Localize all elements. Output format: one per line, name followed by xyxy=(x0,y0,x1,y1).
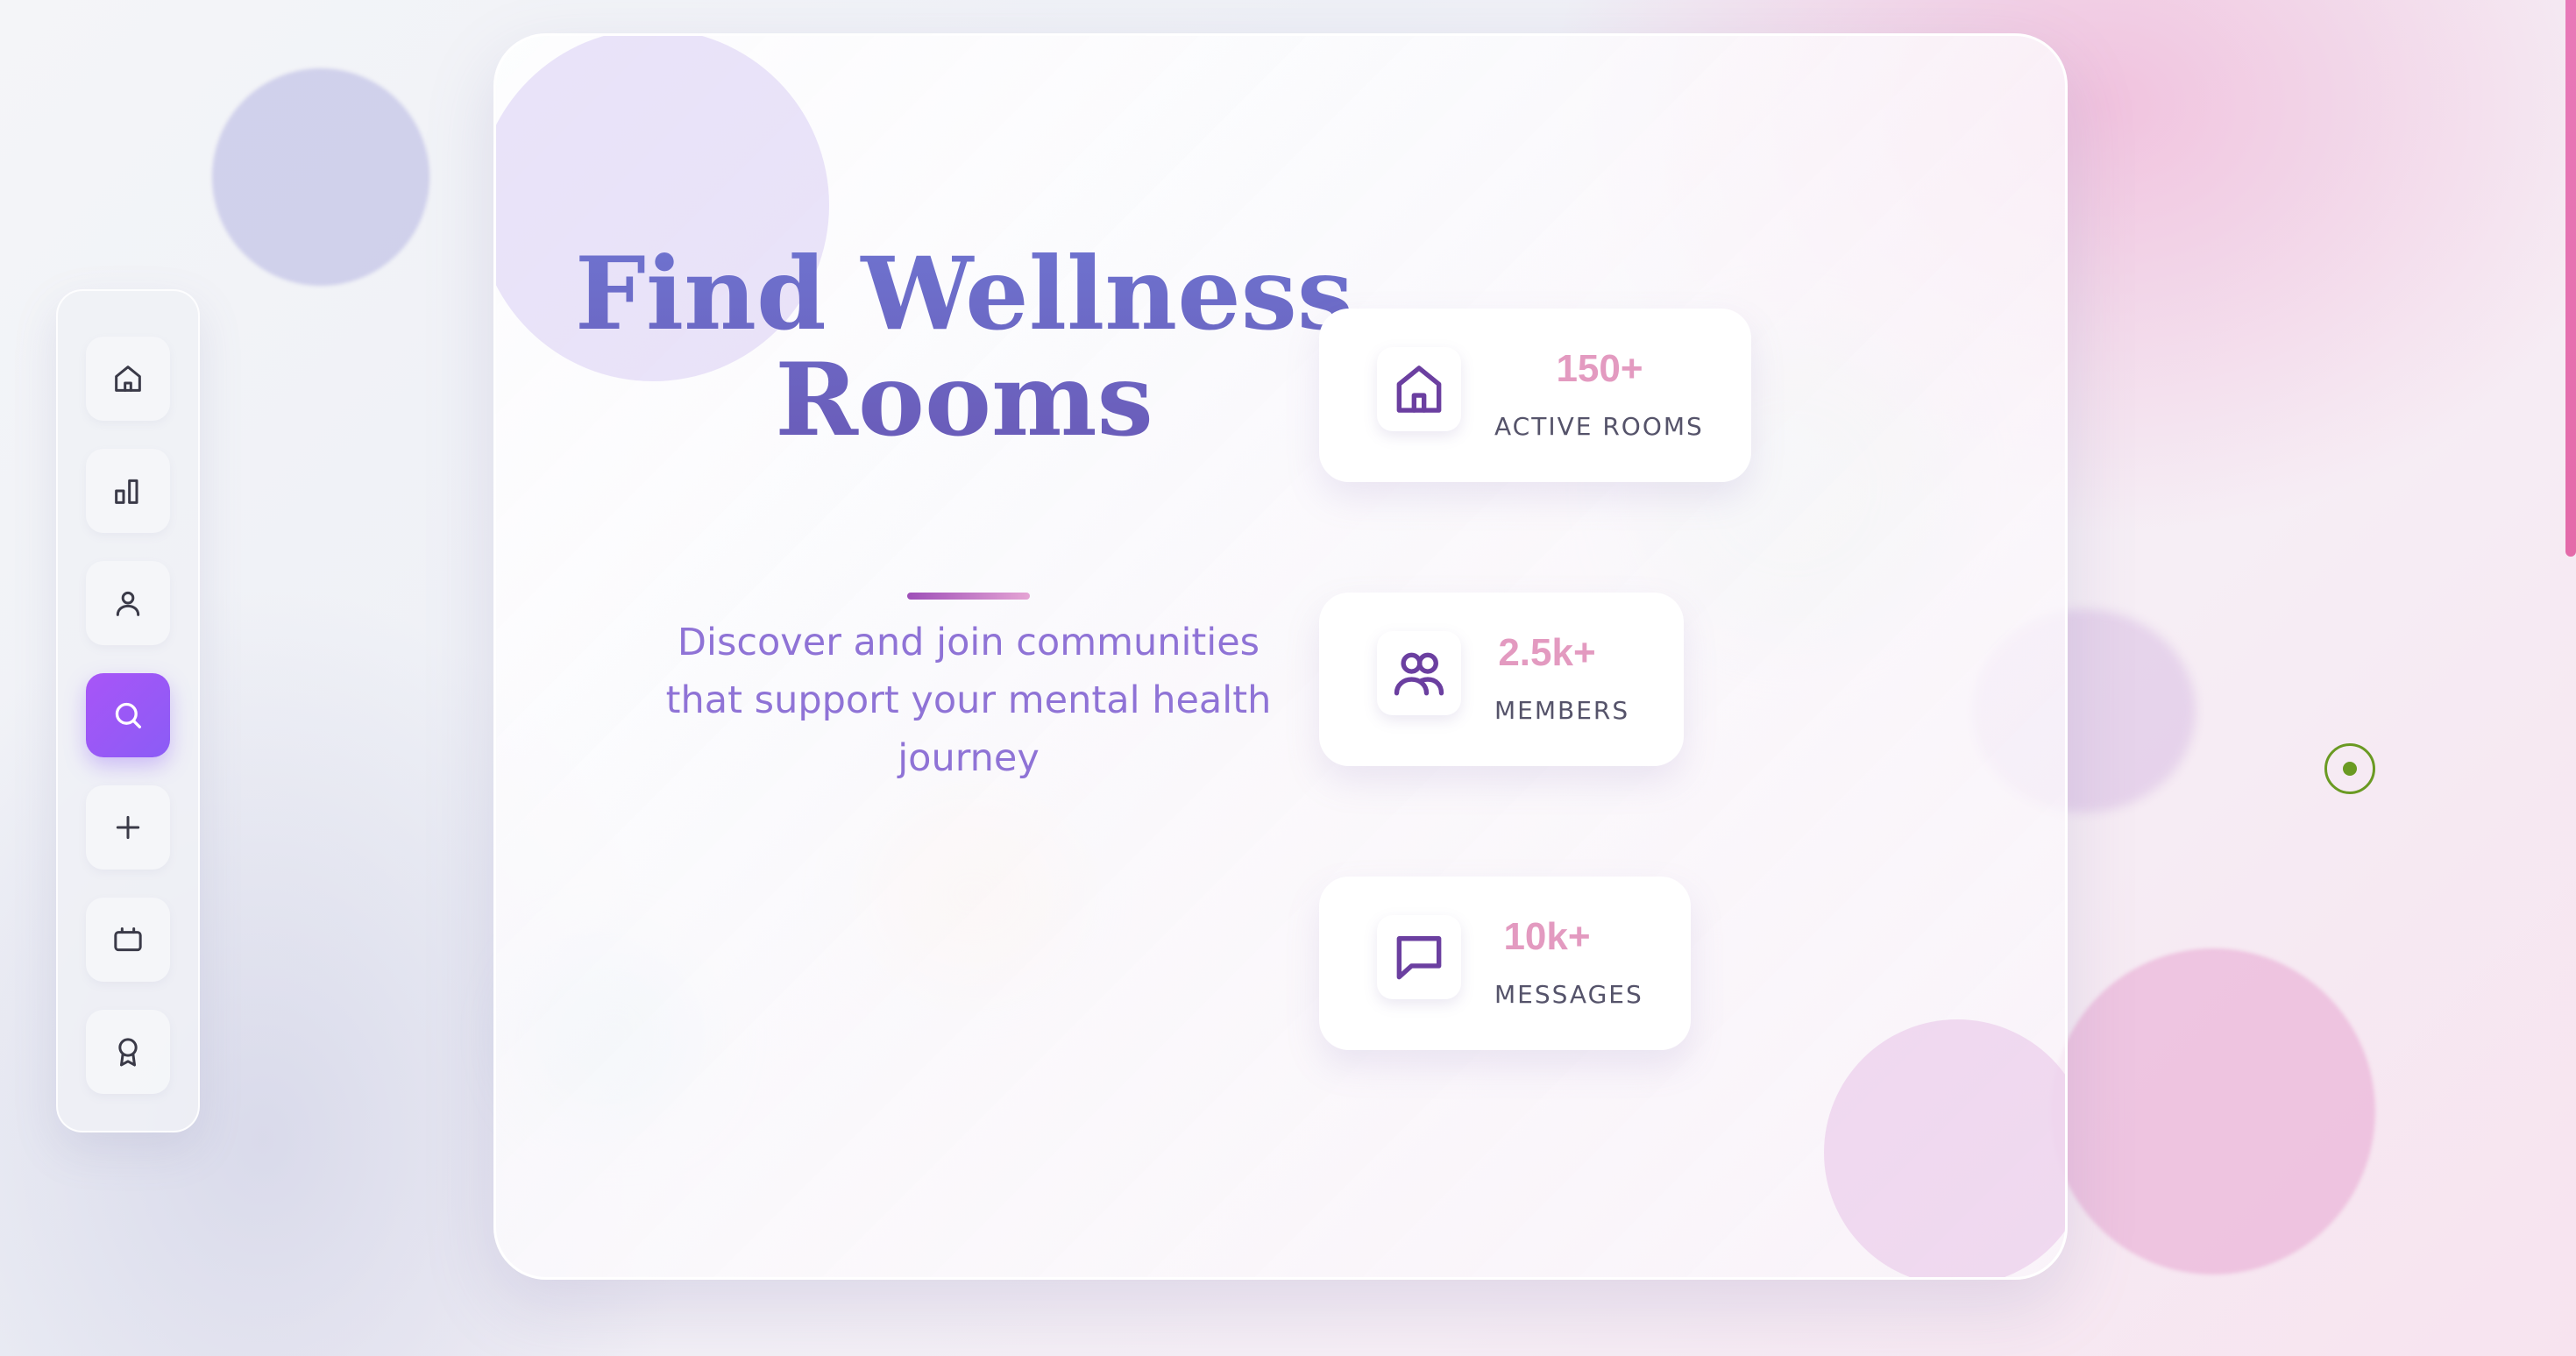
background-blob xyxy=(212,68,429,286)
scrollbar-thumb[interactable] xyxy=(2565,0,2576,557)
stat-card-members: 2.5k+ MEMBERS xyxy=(1319,593,1684,766)
sidebar-item-stats[interactable] xyxy=(86,449,170,533)
tv-icon xyxy=(114,927,142,952)
home-icon xyxy=(115,366,141,392)
page-subtitle: Discover and join communities that suppo… xyxy=(665,621,1272,780)
decorative-circle xyxy=(1824,1019,2065,1277)
award-icon xyxy=(118,1038,138,1067)
stat-label: MEMBERS xyxy=(1494,696,1630,725)
stat-card-active-rooms: 150+ ACTIVE ROOMS xyxy=(1319,309,1751,482)
stat-card-messages: 10k+ MESSAGES xyxy=(1319,877,1691,1050)
sidebar-item-live[interactable] xyxy=(86,898,170,982)
stat-value: 10k+ xyxy=(1503,915,1591,958)
search-icon xyxy=(115,702,141,728)
bar-chart-icon xyxy=(115,479,138,504)
stat-icon-box xyxy=(1377,631,1461,715)
house-icon xyxy=(1396,366,1442,413)
stat-icon-box xyxy=(1377,915,1461,999)
sidebar-item-search[interactable] xyxy=(86,673,170,757)
sidebar-nav xyxy=(56,289,200,1132)
stat-value: 2.5k+ xyxy=(1498,631,1596,674)
users-icon xyxy=(1394,652,1444,696)
stat-icon-box xyxy=(1377,347,1461,431)
sidebar-item-home[interactable] xyxy=(86,337,170,421)
stat-value: 150+ xyxy=(1556,347,1643,390)
user-icon xyxy=(116,591,140,616)
stat-label: ACTIVE ROOMS xyxy=(1494,412,1704,441)
title-underline xyxy=(907,593,1030,600)
cursor-dot xyxy=(2343,762,2357,776)
page-title: Find Wellness Rooms xyxy=(561,241,1367,453)
plus-icon xyxy=(116,815,140,840)
sidebar-item-profile[interactable] xyxy=(86,561,170,645)
sidebar-item-achievements[interactable] xyxy=(86,1010,170,1094)
sidebar-item-add[interactable] xyxy=(86,785,170,870)
message-square-icon xyxy=(1396,936,1442,980)
stat-label: MESSAGES xyxy=(1494,980,1643,1009)
cursor-indicator xyxy=(2324,743,2375,794)
background-blob xyxy=(2051,948,2375,1274)
